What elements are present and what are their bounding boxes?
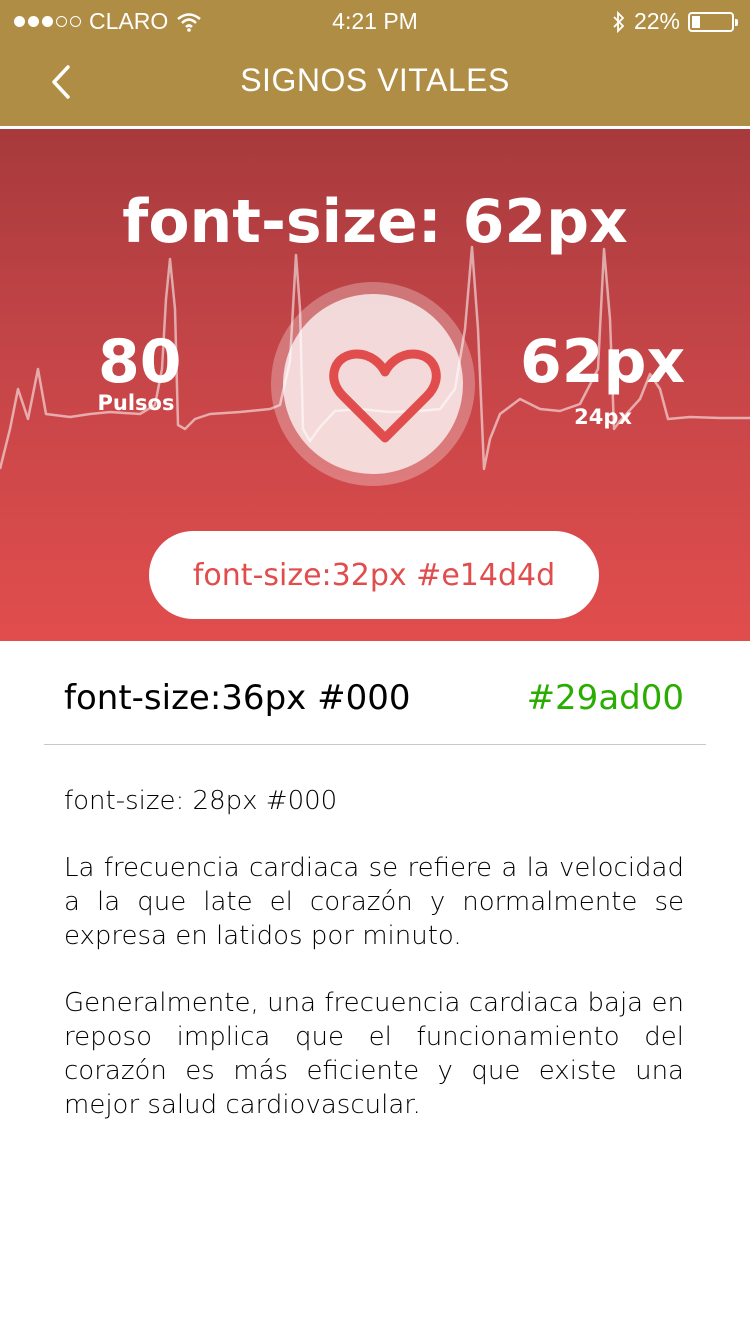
pulse-value: 80 — [98, 327, 182, 397]
pulse-label: Pulsos — [97, 391, 175, 415]
description: font-size: 28px #000 La frecuencia cardi… — [64, 784, 684, 1155]
detail-value: #29ad00 — [526, 678, 684, 718]
measure-button[interactable]: font-size:32px #e14d4d — [149, 531, 599, 619]
heart-button[interactable] — [271, 282, 475, 486]
heart-icon — [329, 349, 441, 443]
battery-percent: 22% — [633, 8, 680, 34]
heart-button-inner — [283, 294, 463, 474]
nav-bar: CLARO 4:21 PM 22% SIGNOS VITALES — [0, 0, 750, 126]
secondary-value: 62px — [520, 327, 686, 397]
battery-icon — [688, 11, 738, 32]
status-right: 22% — [612, 8, 738, 35]
vitals-hero: font-size: 62px 80 Pulsos 62px 24px font… — [0, 129, 750, 641]
status-bar: CLARO 4:21 PM 22% — [0, 0, 750, 40]
description-paragraph: La frecuencia cardiaca se refiere a la v… — [64, 853, 684, 951]
detail-row: font-size:36px #000 #29ad00 — [44, 641, 706, 745]
page-title: SIGNOS VITALES — [240, 62, 510, 98]
description-note: font-size: 28px #000 — [64, 786, 338, 816]
detail-label: font-size:36px #000 — [64, 678, 411, 718]
hero-title: font-size: 62px — [122, 187, 628, 257]
bluetooth-icon — [613, 10, 625, 33]
description-paragraph: Generalmente, una frecuencia cardiaca ba… — [64, 988, 684, 1120]
secondary-label: 24px — [574, 405, 632, 429]
